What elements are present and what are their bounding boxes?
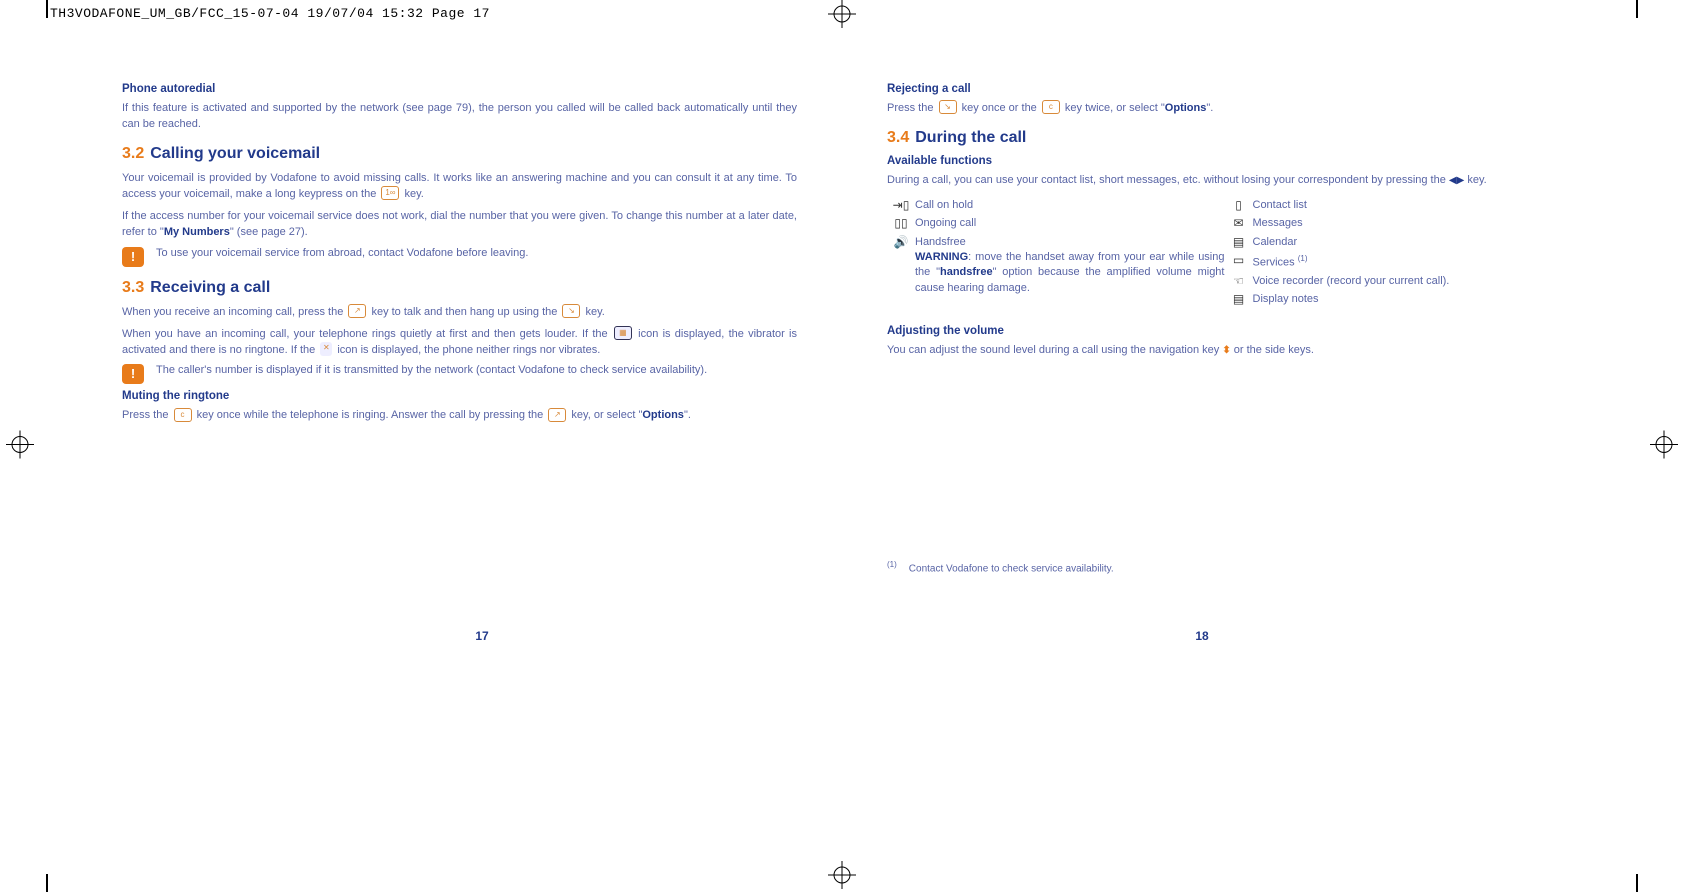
section-number: 3.4	[887, 129, 909, 146]
calendar-icon: ▤	[1225, 235, 1253, 249]
registration-mark-right	[1650, 431, 1678, 462]
section-title: During the call	[915, 129, 1026, 146]
page-number: 18	[842, 629, 1562, 643]
page-number: 17	[122, 629, 842, 643]
nav-up-down-icon: ⬍	[1222, 344, 1230, 359]
ongoing-call-icon: ▯▯	[887, 216, 915, 230]
heading-rejecting-call: Rejecting a call	[887, 83, 1562, 95]
func-voice-recorder: Voice recorder (record your current call…	[1253, 274, 1563, 289]
messages-icon: ✉	[1225, 216, 1253, 230]
section-number: 3.2	[122, 145, 144, 162]
send-key-icon: ↗	[548, 408, 566, 422]
section-3-4: 3.4 During the call	[887, 129, 1562, 147]
nav-left-right-icon: ◀▶	[1449, 174, 1464, 189]
func-contact-list: Contact list	[1253, 198, 1563, 213]
crop-mark	[1636, 0, 1638, 18]
para-autoredial: If this feature is activated and support…	[122, 101, 797, 133]
registration-mark-top	[828, 0, 856, 31]
section-3-3: 3.3 Receiving a call	[122, 279, 797, 297]
key-1-voicemail-icon: 1∞	[381, 186, 399, 200]
footnote-1: (1)Contact Vodafone to check service ava…	[887, 559, 1562, 577]
functions-col-left: ⇥▯Call on hold ▯▯Ongoing call 🔊 Handsfre…	[887, 195, 1225, 311]
para-reject: Press the ↘ key once or the c key twice,…	[887, 101, 1562, 117]
page-17: Phone autoredial If this feature is acti…	[122, 77, 842, 583]
page-18: Rejecting a call Press the ↘ key once or…	[842, 77, 1562, 583]
warning-icon: !	[122, 364, 144, 384]
warning-icon: !	[122, 247, 144, 267]
heading-phone-autoredial: Phone autoredial	[122, 83, 797, 95]
crop-mark	[46, 874, 48, 892]
section-title: Calling your voicemail	[150, 145, 320, 162]
heading-available-functions: Available functions	[887, 155, 1562, 167]
end-key-icon: ↘	[562, 304, 580, 318]
func-display-notes: Display notes	[1253, 292, 1563, 307]
func-call-on-hold: Call on hold	[915, 198, 1225, 213]
functions-grid: ⇥▯Call on hold ▯▯Ongoing call 🔊 Handsfre…	[887, 195, 1562, 311]
para-available: During a call, you can use your contact …	[887, 173, 1562, 189]
section-3-2: 3.2 Calling your voicemail	[122, 145, 797, 163]
func-calendar: Calendar	[1253, 235, 1563, 250]
note-caller-id: ! The caller's number is displayed if it…	[122, 364, 797, 384]
section-number: 3.3	[122, 279, 144, 296]
para-voicemail-1: Your voicemail is provided by Vodafone t…	[122, 171, 797, 203]
contact-list-icon: ▯	[1225, 198, 1253, 212]
para-receiving-2: When you have an incoming call, your tel…	[122, 327, 797, 359]
para-volume: You can adjust the sound level during a …	[887, 343, 1562, 359]
heading-adjusting-volume: Adjusting the volume	[887, 325, 1562, 337]
func-messages: Messages	[1253, 216, 1563, 231]
vibrate-icon: ▦	[614, 326, 632, 340]
registration-mark-bottom	[828, 861, 856, 892]
call-hold-icon: ⇥▯	[887, 198, 915, 212]
functions-col-right: ▯Contact list ✉Messages ▤Calendar ▭Servi…	[1225, 195, 1563, 311]
func-handsfree: Handsfree WARNING: move the handset away…	[915, 235, 1225, 297]
heading-muting-ringtone: Muting the ringtone	[122, 390, 797, 402]
end-key-icon: ↘	[939, 100, 957, 114]
func-ongoing-call: Ongoing call	[915, 216, 1225, 231]
crop-mark	[46, 0, 48, 18]
voice-recorder-icon: ☜	[1225, 274, 1253, 288]
crop-mark	[1636, 874, 1638, 892]
handsfree-icon: 🔊	[887, 235, 915, 249]
silent-icon: ✕	[320, 342, 332, 356]
c-key-icon: c	[174, 408, 192, 422]
section-title: Receiving a call	[150, 279, 270, 296]
notes-icon: ▤	[1225, 292, 1253, 306]
c-key-icon: c	[1042, 100, 1060, 114]
services-icon: ▭	[1225, 253, 1253, 267]
note-voicemail-abroad: ! To use your voicemail service from abr…	[122, 247, 797, 267]
registration-mark-left	[6, 431, 34, 462]
para-voicemail-2: If the access number for your voicemail …	[122, 209, 797, 241]
func-services: Services (1)	[1253, 253, 1563, 271]
para-receiving-1: When you receive an incoming call, press…	[122, 305, 797, 321]
send-key-icon: ↗	[348, 304, 366, 318]
para-muting: Press the c key once while the telephone…	[122, 408, 797, 424]
